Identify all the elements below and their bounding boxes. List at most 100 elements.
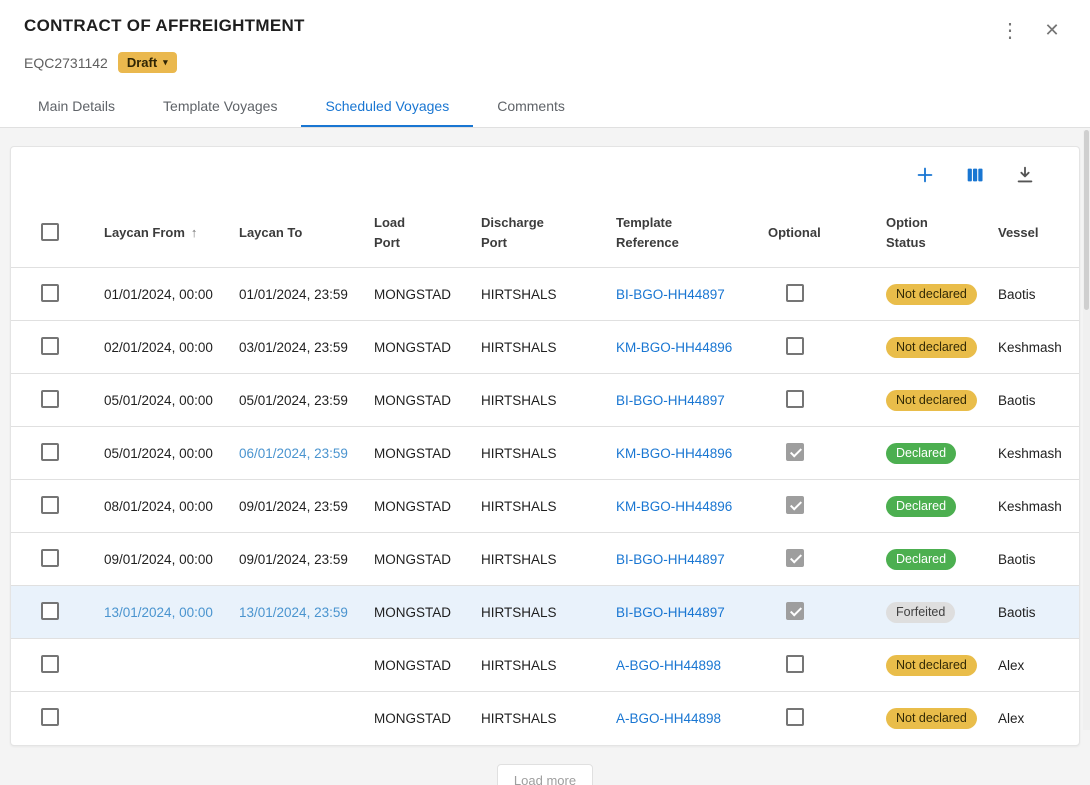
optional-checkbox[interactable] bbox=[786, 655, 804, 673]
vessel-cell: Alex bbox=[990, 639, 1079, 692]
laycan-from-cell: 02/01/2024, 00:00 bbox=[96, 321, 231, 374]
vessel-cell: Keshmash bbox=[990, 427, 1079, 480]
table-toolbar bbox=[11, 147, 1079, 203]
table-body: 01/01/2024, 00:0001/01/2024, 23:59MONGST… bbox=[11, 268, 1079, 745]
tab-scheduled-voyages[interactable]: Scheduled Voyages bbox=[301, 83, 473, 127]
load-port-cell: MONGSTAD bbox=[366, 692, 473, 745]
add-icon[interactable] bbox=[913, 163, 937, 187]
table-row[interactable]: 08/01/2024, 00:0009/01/2024, 23:59MONGST… bbox=[11, 480, 1079, 533]
tab-main-details[interactable]: Main Details bbox=[14, 83, 139, 127]
laycan-from-cell bbox=[96, 639, 231, 692]
template-reference-link[interactable]: KM-BGO-HH44896 bbox=[608, 321, 760, 374]
template-reference-link[interactable]: KM-BGO-HH44896 bbox=[608, 480, 760, 533]
load-more-row: Load more bbox=[10, 746, 1080, 785]
optional-checkbox[interactable] bbox=[786, 708, 804, 726]
content-area: Laycan From↑ Laycan To Load Port Dischar… bbox=[0, 128, 1090, 785]
load-port-cell: MONGSTAD bbox=[366, 321, 473, 374]
row-select-checkbox[interactable] bbox=[41, 390, 59, 408]
laycan-from-cell: 08/01/2024, 00:00 bbox=[96, 480, 231, 533]
download-icon[interactable] bbox=[1013, 163, 1037, 187]
columns-icon[interactable] bbox=[963, 163, 987, 187]
table-row[interactable]: 05/01/2024, 00:0005/01/2024, 23:59MONGST… bbox=[11, 374, 1079, 427]
option-status-badge: Declared bbox=[886, 443, 956, 464]
optional-checkbox[interactable] bbox=[786, 390, 804, 408]
template-reference-link[interactable]: BI-BGO-HH44897 bbox=[608, 586, 760, 639]
kebab-menu-icon[interactable]: ⋮ bbox=[996, 16, 1024, 44]
load-port-cell: MONGSTAD bbox=[366, 533, 473, 586]
app-header: CONTRACT OF AFFREIGHTMENT ⋮ ✕ EQC2731142… bbox=[0, 0, 1090, 83]
discharge-port-cell: HIRTSHALS bbox=[473, 427, 608, 480]
optional-checkbox[interactable] bbox=[786, 284, 804, 302]
laycan-to-cell: 09/01/2024, 23:59 bbox=[231, 480, 366, 533]
option-status-badge: Declared bbox=[886, 549, 956, 570]
template-reference-link[interactable]: BI-BGO-HH44897 bbox=[608, 268, 760, 321]
optional-checkbox[interactable] bbox=[786, 602, 804, 620]
vessel-cell: Alex bbox=[990, 692, 1079, 745]
load-port-cell: MONGSTAD bbox=[366, 480, 473, 533]
optional-checkbox[interactable] bbox=[786, 549, 804, 567]
template-reference-link[interactable]: KM-BGO-HH44896 bbox=[608, 427, 760, 480]
template-reference-link[interactable]: A-BGO-HH44898 bbox=[608, 639, 760, 692]
template-reference-link[interactable]: A-BGO-HH44898 bbox=[608, 692, 760, 745]
table-row[interactable]: 05/01/2024, 00:0006/01/2024, 23:59MONGST… bbox=[11, 427, 1079, 480]
tab-template-voyages[interactable]: Template Voyages bbox=[139, 83, 301, 127]
tab-bar: Main Details Template Voyages Scheduled … bbox=[0, 83, 1090, 128]
tab-comments[interactable]: Comments bbox=[473, 83, 589, 127]
laycan-from-cell bbox=[96, 692, 231, 745]
template-reference-link[interactable]: BI-BGO-HH44897 bbox=[608, 533, 760, 586]
table-row[interactable]: 01/01/2024, 00:0001/01/2024, 23:59MONGST… bbox=[11, 268, 1079, 321]
table-row[interactable]: 09/01/2024, 00:0009/01/2024, 23:59MONGST… bbox=[11, 533, 1079, 586]
table-row[interactable]: MONGSTADHIRTSHALSA-BGO-HH44898Not declar… bbox=[11, 692, 1079, 745]
status-dropdown[interactable]: Draft ▾ bbox=[118, 52, 177, 73]
laycan-to-cell: 05/01/2024, 23:59 bbox=[231, 374, 366, 427]
row-select-checkbox[interactable] bbox=[41, 602, 59, 620]
table-row[interactable]: MONGSTADHIRTSHALSA-BGO-HH44898Not declar… bbox=[11, 639, 1079, 692]
select-all-checkbox[interactable] bbox=[41, 223, 59, 241]
load-port-cell: MONGSTAD bbox=[366, 374, 473, 427]
load-port-cell: MONGSTAD bbox=[366, 427, 473, 480]
row-select-checkbox[interactable] bbox=[41, 549, 59, 567]
laycan-to-cell: 13/01/2024, 23:59 bbox=[231, 586, 366, 639]
row-select-checkbox[interactable] bbox=[41, 443, 59, 461]
option-status-badge: Not declared bbox=[886, 390, 977, 411]
column-header-laycan-from[interactable]: Laycan From↑ bbox=[96, 203, 231, 268]
laycan-to-cell: 09/01/2024, 23:59 bbox=[231, 533, 366, 586]
vessel-cell: Baotis bbox=[990, 268, 1079, 321]
column-header-optional: Optional bbox=[760, 203, 878, 268]
template-reference-link[interactable]: BI-BGO-HH44897 bbox=[608, 374, 760, 427]
option-status-badge: Not declared bbox=[886, 337, 977, 358]
row-select-checkbox[interactable] bbox=[41, 496, 59, 514]
sort-asc-icon: ↑ bbox=[191, 225, 198, 240]
load-more-button[interactable]: Load more bbox=[497, 764, 593, 785]
row-select-checkbox[interactable] bbox=[41, 284, 59, 302]
option-status-badge: Forfeited bbox=[886, 602, 955, 623]
row-select-checkbox[interactable] bbox=[41, 708, 59, 726]
laycan-from-cell: 01/01/2024, 00:00 bbox=[96, 268, 231, 321]
vessel-cell: Baotis bbox=[990, 533, 1079, 586]
vessel-cell: Keshmash bbox=[990, 480, 1079, 533]
scrollbar-thumb[interactable] bbox=[1084, 130, 1089, 310]
table-row[interactable]: 13/01/2024, 00:0013/01/2024, 23:59MONGST… bbox=[11, 586, 1079, 639]
close-icon[interactable]: ✕ bbox=[1038, 16, 1066, 44]
vessel-cell: Keshmash bbox=[990, 321, 1079, 374]
load-port-cell: MONGSTAD bbox=[366, 586, 473, 639]
vessel-cell: Baotis bbox=[990, 374, 1079, 427]
option-status-badge: Not declared bbox=[886, 284, 977, 305]
table-row[interactable]: 02/01/2024, 00:0003/01/2024, 23:59MONGST… bbox=[11, 321, 1079, 374]
discharge-port-cell: HIRTSHALS bbox=[473, 374, 608, 427]
scrollbar[interactable] bbox=[1083, 130, 1090, 730]
vessel-cell: Baotis bbox=[990, 586, 1079, 639]
row-select-checkbox[interactable] bbox=[41, 337, 59, 355]
discharge-port-cell: HIRTSHALS bbox=[473, 533, 608, 586]
optional-checkbox[interactable] bbox=[786, 496, 804, 514]
discharge-port-cell: HIRTSHALS bbox=[473, 639, 608, 692]
optional-checkbox[interactable] bbox=[786, 337, 804, 355]
scheduled-voyages-card: Laycan From↑ Laycan To Load Port Dischar… bbox=[10, 146, 1080, 746]
discharge-port-cell: HIRTSHALS bbox=[473, 268, 608, 321]
laycan-from-cell: 05/01/2024, 00:00 bbox=[96, 374, 231, 427]
laycan-from-cell: 13/01/2024, 00:00 bbox=[96, 586, 231, 639]
optional-checkbox[interactable] bbox=[786, 443, 804, 461]
load-port-cell: MONGSTAD bbox=[366, 268, 473, 321]
column-header-laycan-to: Laycan To bbox=[231, 203, 366, 268]
row-select-checkbox[interactable] bbox=[41, 655, 59, 673]
